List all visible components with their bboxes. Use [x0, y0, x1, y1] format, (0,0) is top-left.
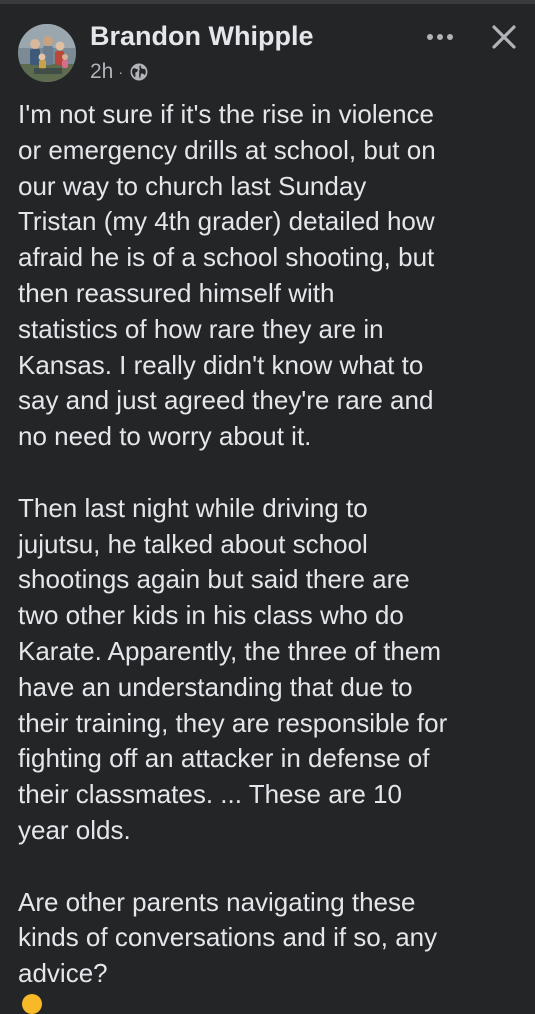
- text-line: have an understanding that due to: [18, 671, 413, 702]
- text-line: fighting off an attacker in defense of: [18, 743, 430, 774]
- post-paragraph: Are other parents navigating these kinds…: [18, 885, 523, 992]
- close-button[interactable]: [484, 17, 524, 57]
- text-line: their training, they are responsible for: [18, 707, 448, 738]
- more-options-icon: [427, 34, 453, 40]
- text-line: or emergency drills at school, but on: [18, 134, 436, 165]
- text-line: kinds of conversations and if so, any: [18, 922, 438, 953]
- post-paragraph: I'm not sure if it's the rise in violenc…: [18, 97, 523, 455]
- text-line: shootings again but said there are: [18, 564, 410, 595]
- text-line: jujutsu, he talked about school: [18, 528, 368, 559]
- post-header: Brandon Whipple 2h ·: [0, 0, 535, 95]
- post-card: Brandon Whipple 2h · I'm not sure if it'…: [0, 0, 535, 1014]
- text-line: then reassured himself with: [18, 277, 335, 308]
- text-line: I'm not sure if it's the rise in violenc…: [18, 99, 434, 129]
- meta-separator: ·: [118, 64, 124, 80]
- text-line: Kansas. I really didn't know what to: [18, 349, 424, 380]
- close-icon: [492, 25, 516, 49]
- text-line: Tristan (my 4th grader) detailed how: [18, 206, 435, 237]
- text-line: afraid he is of a school shooting, but: [18, 242, 435, 273]
- text-line: our way to church last Sunday: [18, 170, 367, 201]
- text-line: their classmates. ... These are 10: [18, 779, 402, 810]
- reaction-emoji-icon: [22, 994, 42, 1014]
- text-line: Are other parents navigating these: [18, 886, 416, 917]
- post-paragraph: Then last night while driving to jujutsu…: [18, 491, 523, 849]
- globe-icon[interactable]: [129, 62, 149, 82]
- text-line: no need to worry about it.: [18, 421, 312, 452]
- text-line: Karate. Apparently, the three of them: [18, 635, 441, 666]
- text-line: Then last night while driving to: [18, 492, 368, 523]
- text-line: advice?: [18, 958, 108, 989]
- text-line: year olds.: [18, 814, 131, 845]
- author-name[interactable]: Brandon Whipple: [90, 20, 313, 52]
- more-options-button[interactable]: [420, 20, 460, 54]
- text-line: statistics of how rare they are in: [18, 313, 384, 344]
- post-time[interactable]: 2h: [90, 60, 113, 84]
- author-avatar[interactable]: [18, 24, 76, 82]
- text-line: say and just agreed they're rare and: [18, 385, 434, 416]
- text-line: two other kids in his class who do: [18, 600, 404, 631]
- post-meta: 2h ·: [90, 58, 149, 86]
- avatar-photo-icon: [18, 24, 76, 82]
- post-body: I'm not sure if it's the rise in violenc…: [18, 97, 523, 992]
